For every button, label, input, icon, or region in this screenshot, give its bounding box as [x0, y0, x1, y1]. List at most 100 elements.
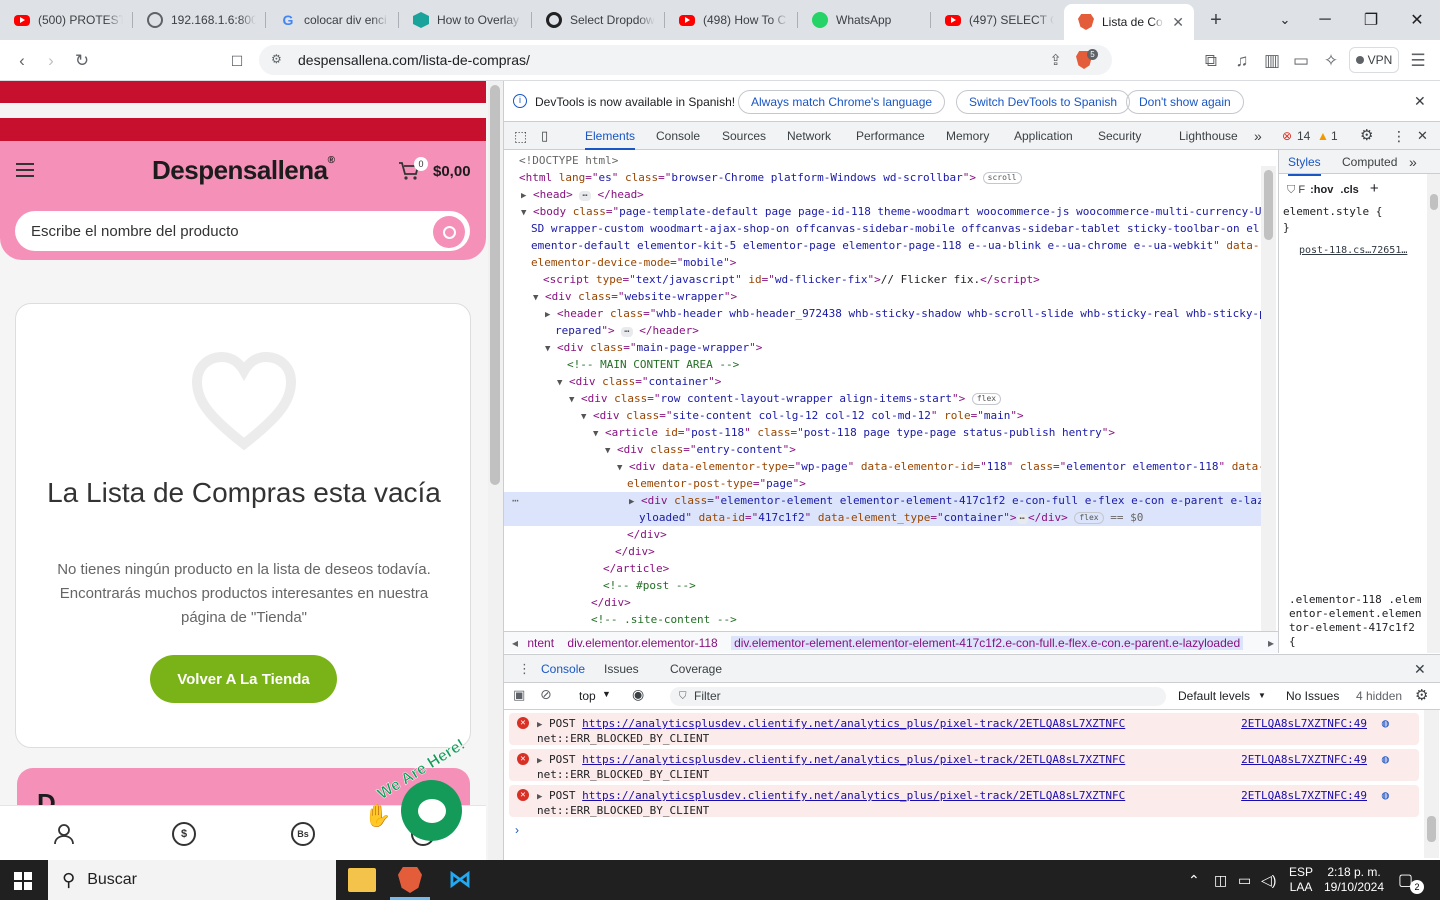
element-style-rule[interactable]: element.style { } [1283, 204, 1382, 236]
tab-local-server[interactable]: 192.168.1.6:800 [133, 0, 266, 40]
leo-ai-icon[interactable]: ✧ [1318, 48, 1344, 74]
new-rule-icon[interactable]: + [1370, 180, 1379, 197]
media-icon[interactable]: ♫ [1229, 48, 1255, 74]
breadcrumb-scroll-right[interactable]: ▸ [1268, 632, 1274, 653]
scrollbar-thumb[interactable] [1264, 170, 1273, 240]
cls-toggle[interactable]: .cls [1340, 184, 1358, 196]
brave-browser-icon[interactable] [398, 867, 422, 893]
network-icon[interactable]: ▭ [1238, 860, 1251, 900]
style-source-link[interactable]: post-118.cs…72651… [1299, 245, 1407, 256]
tab-styles[interactable]: Styles [1288, 150, 1321, 176]
drawer-tab-coverage[interactable]: Coverage [670, 655, 722, 683]
style-rule-selector[interactable]: .elementor-118 .elementor-element.elemen… [1289, 593, 1423, 649]
dom-comment[interactable]: <!-- MAIN CONTENT AREA --> [567, 356, 739, 373]
console-prompt-icon[interactable]: › [515, 823, 519, 837]
inspect-element-icon[interactable]: ⬚ [514, 122, 527, 150]
expand-icon[interactable]: ▶ [537, 720, 542, 730]
more-tabs-icon[interactable]: » [1254, 122, 1262, 150]
kebab-menu-icon[interactable]: ⋮ [1392, 122, 1406, 150]
site-logo[interactable]: Despensallena® [152, 155, 335, 186]
tab-youtube-select[interactable]: (497) SELECT O [931, 0, 1064, 40]
extensions-icon[interactable]: ⧉ [1198, 48, 1224, 74]
minimize-button[interactable]: ─ [1302, 0, 1348, 40]
chat-widget-button[interactable] [401, 780, 462, 841]
dom-close-tag[interactable]: </div> [627, 526, 667, 543]
tab-elements[interactable]: Elements [585, 122, 636, 150]
request-url-link[interactable]: https://analyticsplusdev.clientify.net/a… [582, 753, 1125, 766]
tab-select-dropdown[interactable]: Select Dropdow [532, 0, 665, 40]
tab-whatsapp[interactable]: WhatsApp [798, 0, 931, 40]
tab-performance[interactable]: Performance [856, 122, 925, 150]
console-scrollbar[interactable] [1424, 710, 1439, 858]
hamburger-menu-icon[interactable] [16, 163, 34, 177]
elements-scrollbar[interactable] [1261, 166, 1276, 631]
show-hidden-icons[interactable]: ⌃ [1188, 860, 1200, 900]
warning-count-icon[interactable]: ▲ [1317, 122, 1329, 150]
dont-show-again-button[interactable]: Don't show again [1126, 90, 1244, 114]
console-settings-icon[interactable]: ⚙ [1415, 686, 1428, 704]
breadcrumb-item-selected[interactable]: div.elementor-element.elementor-element-… [731, 636, 1244, 650]
dom-comment[interactable]: <!-- .site-content --> [591, 611, 737, 628]
node-actions-dots[interactable]: ⋯ [512, 492, 519, 509]
more-panes-icon[interactable]: » [1409, 150, 1417, 174]
scrollbar-thumb[interactable] [1430, 194, 1438, 210]
address-bar[interactable]: ⚙ despensallena.com/lista-de-compras/ ⇪ … [259, 45, 1112, 75]
tab-youtube-howto[interactable]: (498) How To C [665, 0, 798, 40]
url-text[interactable]: despensallena.com/lista-de-compras/ [298, 52, 530, 68]
issues-count[interactable]: No Issues [1286, 689, 1339, 703]
tab-lighthouse[interactable]: Lighthouse [1179, 122, 1238, 150]
tab-console[interactable]: Console [656, 122, 700, 150]
maximize-button[interactable]: ❐ [1348, 0, 1394, 40]
dom-doctype[interactable]: <!DOCTYPE html> [519, 152, 618, 169]
log-levels-dropdown[interactable]: Default levels [1178, 689, 1250, 703]
dom-close-tag[interactable]: </article> [603, 560, 669, 577]
context-dropdown-icon[interactable]: ▼ [602, 689, 611, 699]
device-toolbar-icon[interactable]: ▯ [541, 122, 548, 150]
close-infobar-icon[interactable]: ✕ [1414, 93, 1426, 110]
close-tab-icon[interactable]: ✕ [1172, 14, 1184, 31]
tab-how-to-overlay[interactable]: How to Overlay [399, 0, 532, 40]
forward-icon[interactable]: › [38, 48, 64, 74]
tab-memory[interactable]: Memory [946, 122, 989, 150]
vscode-icon[interactable]: ⋈ [448, 866, 474, 894]
user-icon[interactable] [52, 822, 76, 846]
context-selector[interactable]: top [579, 689, 596, 703]
settings-gear-icon[interactable]: ⚙ [1360, 122, 1373, 150]
back-icon[interactable]: ‹ [9, 48, 35, 74]
volume-icon[interactable]: ◁) [1261, 860, 1276, 900]
expand-icon[interactable]: ▶ [537, 756, 542, 766]
console-sidebar-icon[interactable]: ▣ [513, 687, 525, 703]
search-button[interactable] [433, 216, 465, 248]
scrollbar-thumb[interactable] [1427, 816, 1436, 842]
dom-comment[interactable]: <!-- #post --> [603, 577, 696, 594]
tab-network[interactable]: Network [787, 122, 831, 150]
switch-language-button[interactable]: Switch DevTools to Spanish [956, 90, 1131, 114]
menu-icon[interactable]: ☰ [1405, 48, 1431, 74]
notifications-icon[interactable]: ▢ [1398, 860, 1413, 900]
request-url-link[interactable]: https://analyticsplusdev.clientify.net/a… [582, 717, 1125, 730]
close-window-button[interactable]: ✕ [1394, 0, 1440, 40]
input-language[interactable]: ESP LAA [1289, 860, 1313, 900]
tab-lista-de-compras[interactable]: Lista de Co ✕ [1064, 4, 1194, 40]
styles-filter-input[interactable]: F [1298, 184, 1305, 196]
bs-icon[interactable]: Bs [291, 822, 315, 846]
back-to-shop-button[interactable]: Volver A La Tienda [150, 655, 337, 703]
reload-icon[interactable]: ↻ [69, 48, 95, 74]
hov-toggle[interactable]: :hov [1310, 184, 1333, 196]
flex-badge[interactable]: flex [971, 393, 1002, 405]
dom-script-node[interactable]: <script type="text/javascript" id="wd-fl… [543, 271, 1040, 288]
clock[interactable]: 2:18 p. m. 19/10/2024 [1322, 860, 1386, 900]
tab-application[interactable]: Application [1014, 122, 1073, 150]
dom-close-tag[interactable]: </div> [591, 594, 631, 611]
camera-icon[interactable]: ◫ [1214, 860, 1227, 900]
wallet-icon[interactable]: ▭ [1288, 48, 1314, 74]
error-source-link[interactable]: 2ETLQA8sL7XZTNFC:49 [1241, 753, 1367, 767]
tab-youtube-protesta[interactable]: (500) PROTESTA [0, 0, 133, 40]
error-source-link[interactable]: 2ETLQA8sL7XZTNFC:49 [1241, 717, 1367, 731]
breadcrumb-item[interactable]: ntent [527, 636, 554, 650]
search-input[interactable]: Escribe el nombre del producto [15, 211, 470, 251]
breadcrumb-item[interactable]: div.elementor.elementor-118 [567, 636, 717, 650]
tab-security[interactable]: Security [1098, 122, 1141, 150]
scrollbar-thumb[interactable] [490, 85, 500, 485]
taskbar-search-box[interactable]: ⚲ Buscar [48, 860, 336, 900]
